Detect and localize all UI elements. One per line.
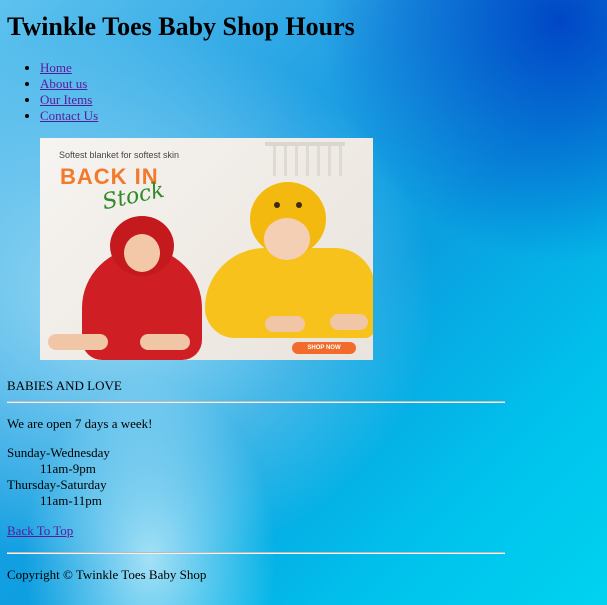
hours-time: 11am-11pm [40,493,102,508]
nav-link-contact[interactable]: Contact Us [40,108,98,123]
section-title: BABIES AND LOVE [7,378,122,393]
lion-eye-icon [296,202,302,208]
nav-link-about[interactable]: About us [40,76,87,91]
baby-leg [48,334,108,350]
nav-item-home: Home [40,60,98,76]
divider [7,552,505,554]
hours-list: Sunday-Wednesday 11am-9pm Thursday-Satur… [7,445,110,509]
back-to-top-link[interactable]: Back To Top [7,523,73,539]
nav-item-contact: Contact Us [40,108,98,124]
copyright-text: Copyright © Twinkle Toes Baby Shop [7,567,207,582]
nav-link-home[interactable]: Home [40,60,72,75]
nav-link-items[interactable]: Our Items [40,92,92,107]
shop-now-badge: SHOP NOW [292,342,356,354]
open-note: We are open 7 days a week! [7,416,153,431]
divider [7,401,505,403]
baby-leg [140,334,190,350]
main-nav: Home About us Our Items Contact Us [7,60,98,124]
lion-eye-icon [274,202,280,208]
hours-days: Sunday-Wednesday [7,445,110,460]
promo-banner-image: Softest blanket for softest skin BACK IN… [40,138,373,360]
crib-decoration [265,142,345,176]
nav-item-items: Our Items [40,92,98,108]
baby-face-left [124,234,160,272]
baby-leg [265,316,305,332]
baby-leg [330,314,368,330]
page-title: Twinkle Toes Baby Shop Hours [7,12,355,41]
banner-tagline: Softest blanket for softest skin [59,150,180,160]
hours-days: Thursday-Saturday [7,477,107,492]
hours-time: 11am-9pm [40,461,96,476]
nav-item-about: About us [40,76,98,92]
baby-face-right [264,218,310,260]
